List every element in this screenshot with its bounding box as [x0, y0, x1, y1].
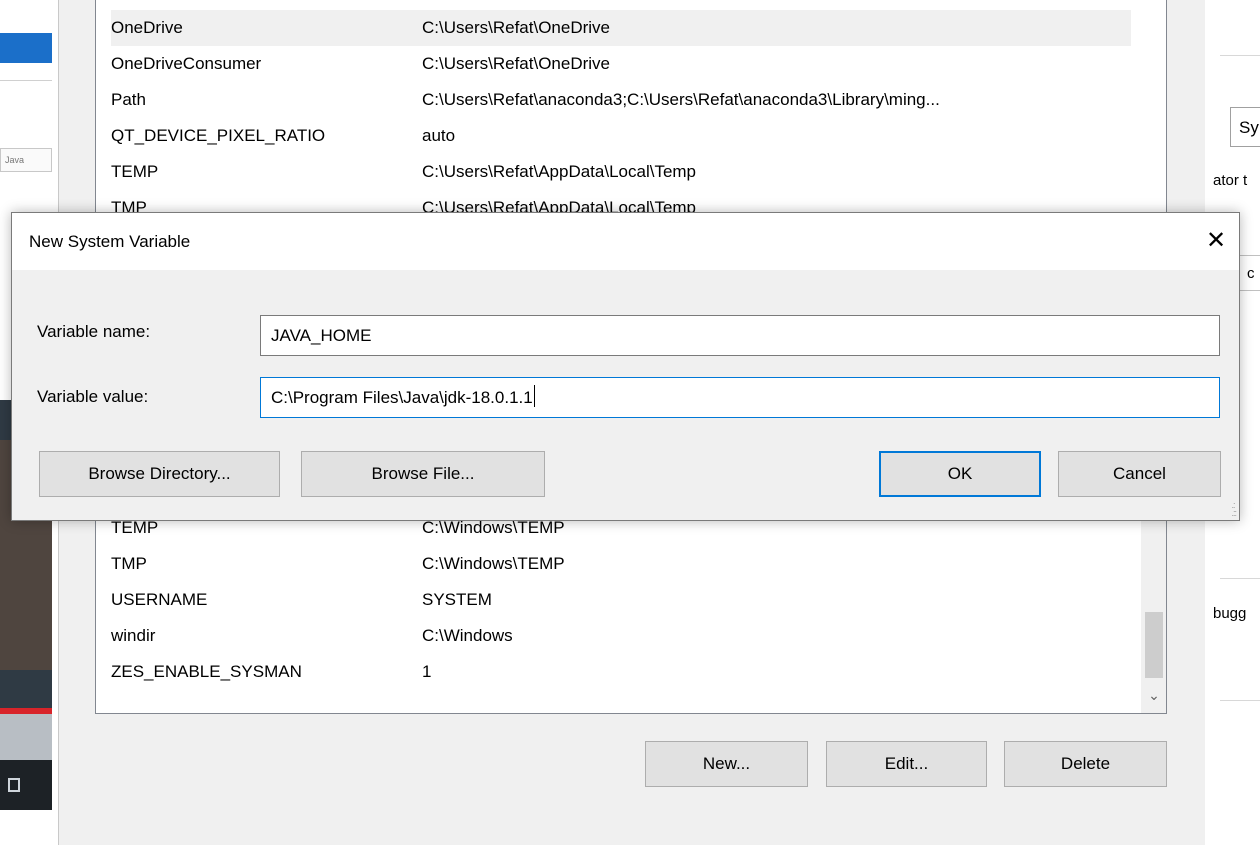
new-variable-button[interactable]: New...: [645, 741, 808, 787]
variable-row-name: ZES_ENABLE_SYSMAN: [111, 662, 302, 681]
variable-row-value: C:\Users\Refat\OneDrive: [422, 54, 610, 73]
background-divider: [0, 80, 52, 81]
variable-row[interactable]: OneDrive C:\Users\Refat\OneDrive: [111, 10, 1131, 46]
text-caret: [533, 385, 535, 407]
variable-row[interactable]: TMP C:\Windows\TEMP: [111, 546, 1131, 582]
variable-row[interactable]: Path C:\Users\Refat\anaconda3;C:\Users\Re…: [111, 82, 1131, 118]
user-variables-list[interactable]: OneDrive C:\Users\Refat\OneDrive OneDriveC…: [95, 0, 1167, 217]
variable-row-value: C:\Users\Refat\anaconda3;C:\Users\Refat\…: [422, 90, 940, 109]
background-taskbar: [0, 760, 52, 810]
background-gray-bar: [0, 714, 52, 760]
resize-grip-icon[interactable]: .:.::: [1231, 501, 1236, 518]
variable-row-name: USERNAME: [111, 590, 208, 609]
variable-row-value: 1: [422, 662, 432, 681]
background-divider: [1220, 700, 1260, 701]
variable-name-label: Variable name:: [37, 322, 151, 341]
scroll-down-icon[interactable]: ⌄: [1142, 682, 1166, 708]
background-divider: [1220, 55, 1260, 56]
variable-row-name: windir: [111, 626, 156, 645]
variable-row-value: SYSTEM: [422, 590, 492, 609]
variable-row[interactable]: QT_DEVICE_PIXEL_RATIO auto: [111, 118, 1131, 154]
scrollbar-thumb[interactable]: [1145, 612, 1163, 678]
background-text: ator t: [1213, 172, 1248, 189]
variable-name-input[interactable]: JAVA_HOME: [260, 315, 1220, 356]
background-text: bugg: [1213, 605, 1247, 622]
variable-row-value: C:\Windows: [422, 626, 513, 645]
browse-directory-button[interactable]: Browse Directory...: [39, 451, 280, 497]
dialog-title: New System Variable: [29, 232, 191, 251]
background-blue-bar: [0, 33, 52, 63]
variable-row[interactable]: OneDriveConsumer C:\Users\Refat\OneDrive: [111, 46, 1131, 82]
variable-value-input[interactable]: C:\Program Files\Java\jdk-18.0.1.1: [260, 377, 1220, 418]
dialog-titlebar[interactable]: New System Variable ✕: [12, 213, 1239, 270]
new-system-variable-dialog[interactable]: New System Variable ✕ Variable name: JAV…: [11, 212, 1240, 521]
variable-row[interactable]: windir C:\Windows: [111, 618, 1131, 654]
variable-row[interactable]: USERNAME SYSTEM: [111, 582, 1131, 618]
variable-row-name: TEMP: [111, 162, 159, 181]
variable-row-value: C:\Users\Refat\OneDrive: [422, 18, 610, 37]
background-tab: Java: [0, 148, 52, 172]
variable-value-text: C:\Program Files\Java\jdk-18.0.1.1: [271, 388, 533, 407]
background-divider: [1220, 578, 1260, 579]
system-variables-list[interactable]: TEMP C:\Windows\TEMP TMP C:\Windows\TEMP USE…: [95, 518, 1167, 714]
variable-row-value: C:\Users\Refat\AppData\Local\Temp: [422, 162, 697, 181]
taskbar-app-icon: [8, 778, 20, 792]
variable-row-name: TMP: [111, 554, 147, 573]
variable-row[interactable]: ZES_ENABLE_SYSMAN 1: [111, 654, 1131, 690]
variable-row-name: OneDriveConsumer: [111, 54, 262, 73]
variable-row-name: OneDrive: [111, 18, 183, 37]
variable-row-name: QT_DEVICE_PIXEL_RATIO: [111, 126, 326, 145]
variable-row-value: auto: [422, 126, 456, 145]
edit-variable-button[interactable]: Edit...: [826, 741, 987, 787]
variable-value-label: Variable value:: [37, 387, 149, 406]
variable-row-value: C:\Windows\TEMP: [422, 554, 565, 573]
browse-file-button[interactable]: Browse File...: [301, 451, 545, 497]
delete-variable-button[interactable]: Delete: [1004, 741, 1167, 787]
ok-button[interactable]: OK: [879, 451, 1041, 497]
variable-name-text: JAVA_HOME: [271, 326, 372, 345]
background-tab: Sy: [1230, 107, 1260, 147]
variable-row[interactable]: TEMP C:\Users\Refat\AppData\Local\Temp: [111, 154, 1131, 190]
close-icon[interactable]: ✕: [1193, 213, 1239, 270]
cancel-button[interactable]: Cancel: [1058, 451, 1221, 497]
variable-row-name: Path: [111, 90, 146, 109]
